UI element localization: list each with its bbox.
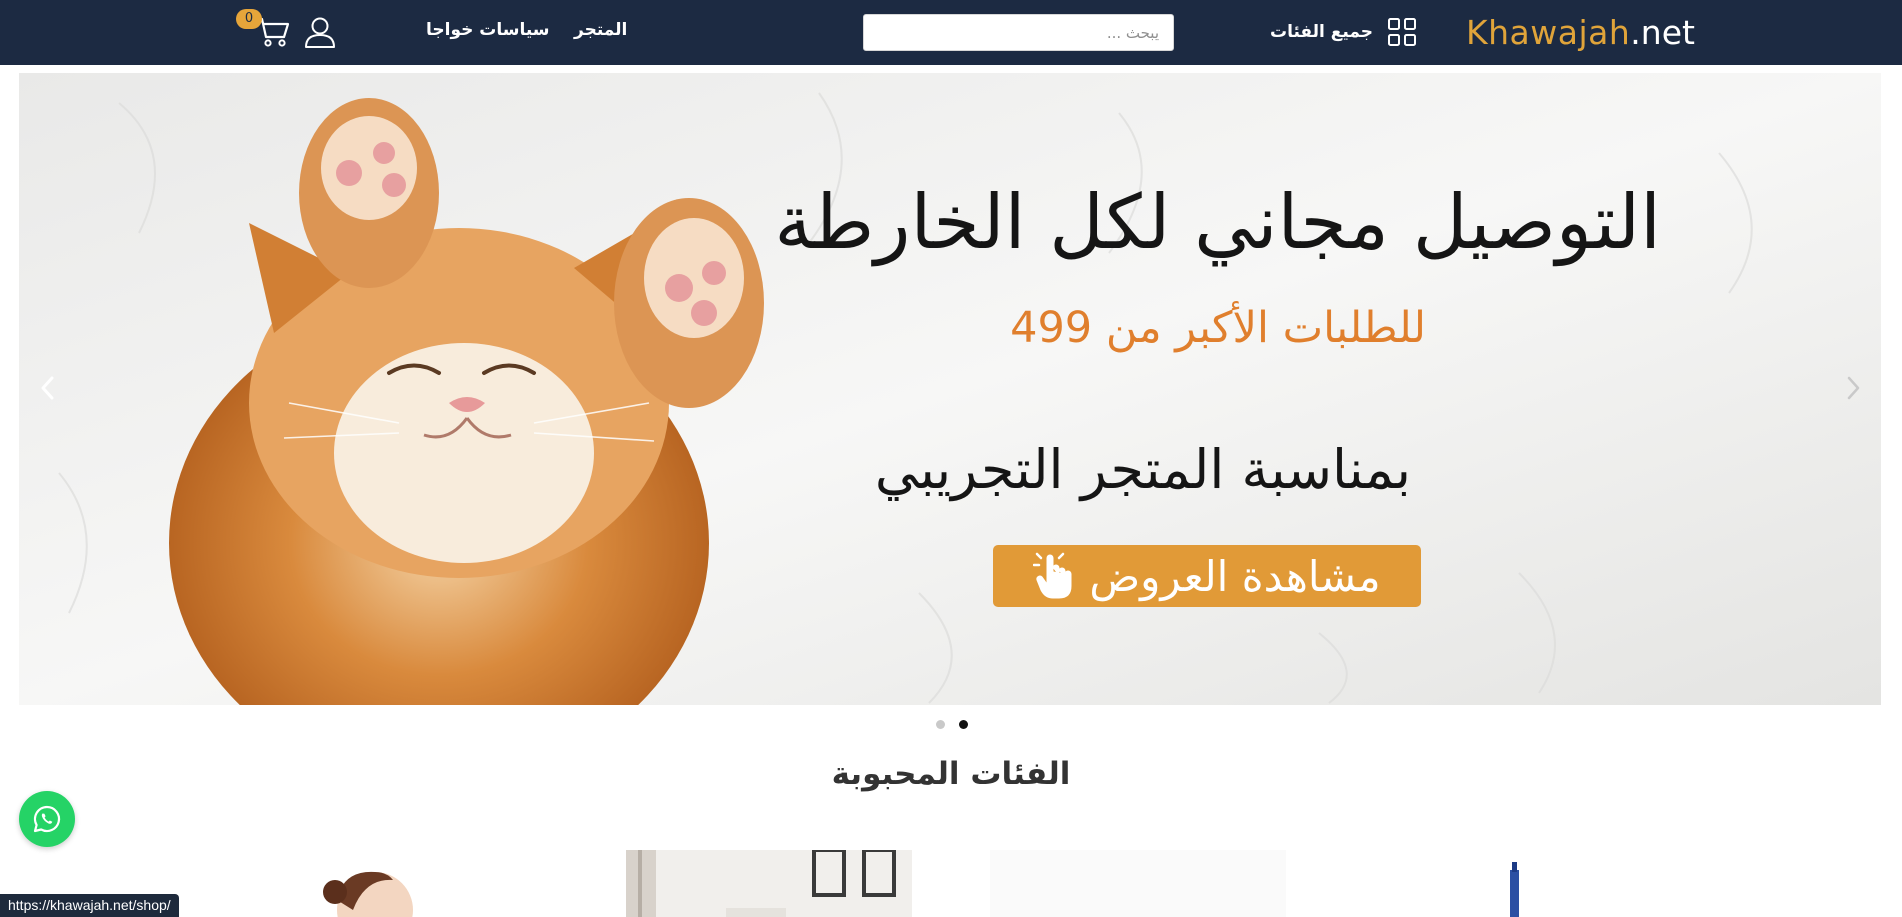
hero-slider: التوصيل مجاني لكل الخارطة للطلبات الأكبر… — [19, 73, 1881, 705]
whatsapp-icon — [33, 805, 61, 833]
category-card-4[interactable] — [1500, 850, 1530, 917]
search-box[interactable] — [863, 14, 1174, 51]
slider-next-arrow[interactable] — [1840, 373, 1866, 403]
site-header: Khawajah.net جميع الفئات المتجر سياسات خ… — [0, 0, 1902, 65]
whatsapp-chat-button[interactable] — [19, 791, 75, 847]
grid-icon — [1387, 18, 1416, 46]
view-offers-button[interactable]: مشاهدة العروض — [993, 545, 1421, 607]
user-icon[interactable] — [303, 15, 337, 49]
hero-occasion-text: بمناسبة المتجر التجريبي — [874, 438, 1411, 501]
hero-text-group: التوصيل مجاني لكل الخارطة للطلبات الأكبر… — [774, 73, 1761, 705]
slider-prev-arrow[interactable] — [35, 373, 61, 403]
view-offers-label: مشاهدة العروض — [1089, 551, 1381, 601]
nav-shop-link[interactable]: المتجر — [574, 20, 627, 40]
cart-count-badge: 0 — [236, 9, 262, 29]
popular-categories-title: الفئات المحبوبة — [831, 756, 1071, 792]
nav-policies-link[interactable]: سياسات خواجا — [426, 20, 550, 40]
slider-dot-2[interactable] — [959, 720, 968, 729]
slider-pagination — [936, 720, 968, 729]
all-categories-menu[interactable]: جميع الفئات — [1270, 14, 1417, 50]
search-input[interactable] — [864, 15, 1173, 50]
category-image-blank — [990, 850, 1286, 917]
category-card-3[interactable] — [990, 850, 1286, 917]
hero-title: التوصيل مجاني لكل الخارطة — [774, 178, 1661, 266]
site-logo[interactable]: Khawajah .net — [1466, 12, 1695, 52]
category-card-2[interactable] — [626, 850, 912, 917]
hero-subtitle: للطلبات الأكبر من 499 — [1010, 303, 1426, 353]
slider-dot-1[interactable] — [936, 720, 945, 729]
all-categories-label: جميع الفئات — [1270, 22, 1373, 42]
logo-text-domain: .net — [1630, 12, 1695, 52]
category-image-room — [626, 850, 912, 917]
category-card-1[interactable] — [295, 850, 455, 917]
logo-text-main: Khawajah — [1466, 12, 1631, 52]
pointer-hand-icon — [1033, 552, 1072, 599]
browser-status-url: https://khawajah.net/shop/ — [0, 894, 179, 917]
category-image-woman — [323, 871, 413, 917]
category-image-bottle — [1510, 862, 1519, 917]
